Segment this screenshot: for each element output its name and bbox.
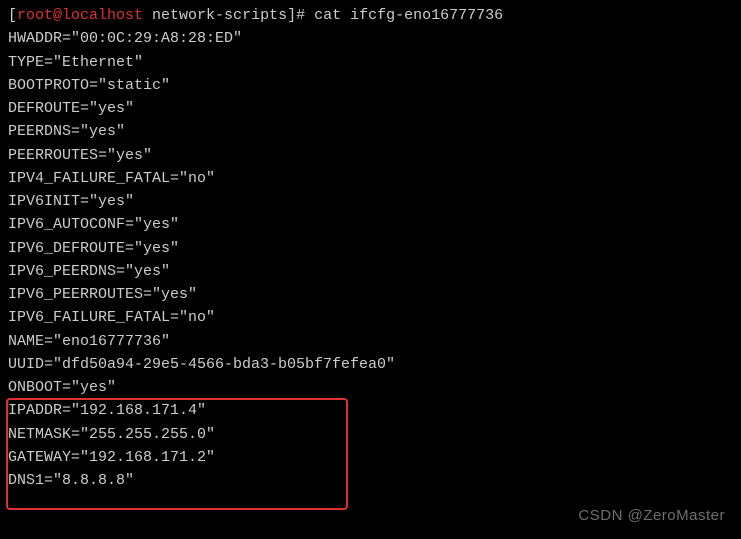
config-line: HWADDR="00:0C:29:A8:28:ED" [8,27,733,50]
config-line: IPV6_PEERROUTES="yes" [8,283,733,306]
config-line: PEERDNS="yes" [8,120,733,143]
bracket-close: ]# [287,7,305,24]
config-line: GATEWAY="192.168.171.2" [8,446,733,469]
config-line: IPADDR="192.168.171.4" [8,399,733,422]
config-line: UUID="dfd50a94-29e5-4566-bda3-b05bf7fefe… [8,353,733,376]
command[interactable]: cat ifcfg-eno16777736 [305,7,503,24]
config-line: ONBOOT="yes" [8,376,733,399]
config-line: IPV6_DEFROUTE="yes" [8,237,733,260]
config-line: DEFROUTE="yes" [8,97,733,120]
config-line: TYPE="Ethernet" [8,51,733,74]
config-line: IPV6_PEERDNS="yes" [8,260,733,283]
config-line: IPV4_FAILURE_FATAL="no" [8,167,733,190]
config-line: NAME="eno16777736" [8,330,733,353]
config-line: DNS1="8.8.8.8" [8,469,733,492]
config-line: IPV6_AUTOCONF="yes" [8,213,733,236]
config-line: NETMASK="255.255.255.0" [8,423,733,446]
watermark: CSDN @ZeroMaster [578,504,725,527]
prompt-line: [root@localhost network-scripts]# cat if… [8,4,733,27]
bracket-open: [ [8,7,17,24]
prompt-path: network-scripts [143,7,287,24]
config-line: IPV6_FAILURE_FATAL="no" [8,306,733,329]
config-line: BOOTPROTO="static" [8,74,733,97]
config-line: IPV6INIT="yes" [8,190,733,213]
config-line: PEERROUTES="yes" [8,144,733,167]
prompt-user-host: root@localhost [17,7,143,24]
